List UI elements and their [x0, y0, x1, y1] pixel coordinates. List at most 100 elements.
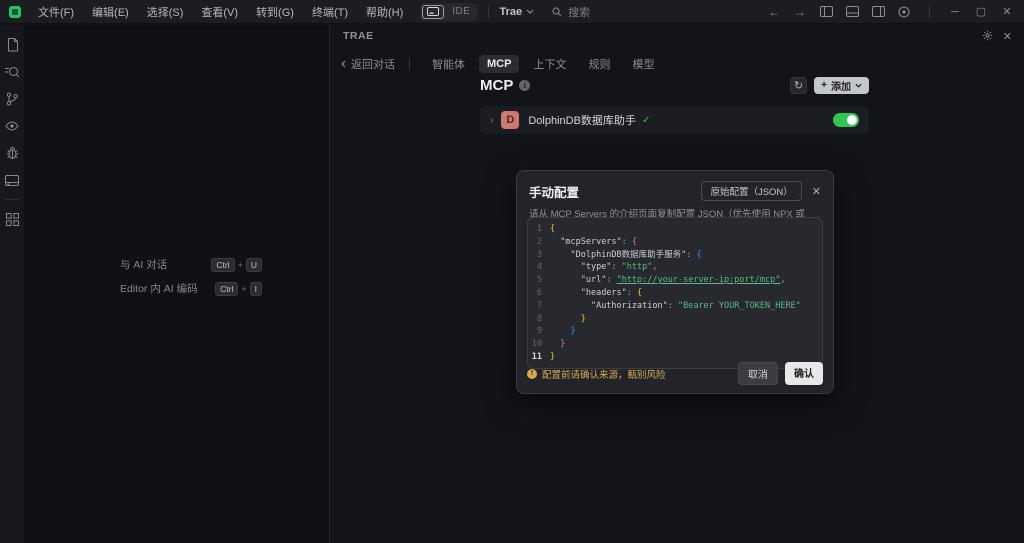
activity-bar-separator: [5, 199, 19, 200]
menu-go[interactable]: 转到(G): [249, 2, 301, 22]
trae-panel-header: TRAE ✕: [331, 25, 1024, 47]
panel-settings-gear-icon[interactable]: [982, 30, 993, 43]
confirm-button[interactable]: 确认: [785, 362, 823, 385]
tab-rules[interactable]: 规则: [580, 53, 618, 75]
warning-text: 配置前请确认来源，甄别风险: [542, 367, 666, 381]
code-line: 3 "DolphinDB数据库助手服务": {: [528, 249, 822, 262]
menu-edit[interactable]: 编辑(E): [85, 2, 136, 22]
mcp-section-header: MCP i ↻ + 添加: [480, 77, 869, 94]
key-ctrl: Ctrl: [215, 282, 238, 296]
window-maximize-button[interactable]: ▢: [970, 3, 992, 21]
window-close-button[interactable]: ✕: [996, 3, 1018, 21]
extensions-grid-icon[interactable]: [2, 209, 22, 229]
search-icon: [552, 7, 562, 17]
panel-close-icon[interactable]: ✕: [1003, 30, 1012, 43]
code-line: 9 }: [528, 325, 822, 338]
window-minimize-button[interactable]: ─: [944, 3, 966, 21]
info-icon[interactable]: i: [519, 80, 530, 91]
config-warning: ! 配置前请确认来源，甄别风险: [527, 367, 666, 381]
mcp-server-row[interactable]: › D DolphinDB数据库助手 ✓: [480, 106, 869, 134]
tab-agents[interactable]: 智能体: [424, 53, 473, 75]
add-mcp-button[interactable]: + 添加: [814, 77, 869, 94]
workspace-label: Trae: [499, 6, 522, 18]
cancel-button[interactable]: 取消: [738, 362, 778, 385]
refresh-button[interactable]: ↻: [790, 77, 807, 94]
add-label: 添加: [831, 78, 851, 93]
modal-header: 手动配置 原始配置（JSON） ✕: [517, 171, 833, 201]
menu-selection[interactable]: 选择(S): [140, 2, 191, 22]
server-avatar: D: [501, 111, 519, 129]
layout-sidebar-icon[interactable]: [815, 3, 837, 21]
files-icon[interactable]: [2, 35, 22, 55]
ide-mode-button[interactable]: IDE: [446, 6, 476, 17]
hint-inline-ai-coding: Editor 内 AI 编码 Ctrl + I: [120, 281, 262, 296]
json-config-editor[interactable]: 1{2 "mcpServers": {3 "DolphinDB数据库助手服务":…: [527, 217, 823, 369]
modal-title: 手动配置: [529, 182, 579, 201]
menu-view[interactable]: 查看(V): [194, 2, 245, 22]
server-name: DolphinDB数据库助手: [528, 112, 636, 128]
chevron-down-icon: [855, 83, 862, 88]
panel-nav: 返回对话 智能体 MCP 上下文 规则 模型: [331, 51, 1024, 77]
toggle-knob: [847, 115, 857, 125]
activity-bar: [0, 25, 24, 543]
layout-panel-icon[interactable]: [841, 3, 863, 21]
menu-terminal[interactable]: 终端(T): [305, 2, 355, 22]
workspace-dropdown[interactable]: Trae: [499, 6, 534, 18]
key-i: I: [250, 282, 262, 296]
preview-eye-icon[interactable]: [2, 116, 22, 136]
code-lines: 1{2 "mcpServers": {3 "DolphinDB数据库助手服务":…: [528, 223, 822, 364]
titlebar-divider: [929, 6, 930, 18]
check-icon: ✓: [642, 115, 650, 126]
tab-mcp[interactable]: MCP: [479, 55, 519, 73]
mode-toggle: IDE: [420, 3, 478, 21]
panel-title: TRAE: [343, 30, 374, 42]
chevron-down-icon: [526, 9, 534, 14]
modal-footer: ! 配置前请确认来源，甄别风险 取消 确认: [527, 362, 823, 385]
hint-label: 与 AI 对话: [120, 257, 167, 272]
back-label: 返回对话: [351, 56, 395, 72]
source-control-icon[interactable]: [2, 89, 22, 109]
app-window: 文件(F) 编辑(E) 选择(S) 查看(V) 转到(G) 终端(T) 帮助(H…: [0, 0, 1024, 543]
warning-icon: !: [527, 369, 537, 379]
chevron-left-icon: [341, 60, 346, 68]
mcp-section-title: MCP: [480, 77, 513, 94]
menu-help[interactable]: 帮助(H): [359, 2, 410, 22]
tab-models[interactable]: 模型: [624, 53, 662, 75]
manual-config-modal: 手动配置 原始配置（JSON） ✕ 请从 MCP Servers 的介绍页面复制…: [516, 170, 834, 394]
layout-customize-icon[interactable]: [893, 3, 915, 21]
titlebar-right: ← → ─ ▢ ✕: [763, 3, 1024, 21]
layout-secondary-sidebar-icon[interactable]: [867, 3, 889, 21]
raw-config-json-button[interactable]: 原始配置（JSON）: [701, 181, 801, 201]
menu-file[interactable]: 文件(F): [31, 2, 81, 22]
nav-divider: [409, 58, 410, 70]
shortcut-hints: 与 AI 对话 Ctrl + U Editor 内 AI 编码 Ctrl + I: [120, 257, 262, 296]
search-placeholder: 搜索: [568, 4, 590, 20]
trae-logo-icon: [9, 6, 21, 18]
code-line: 6 "headers": {: [528, 287, 822, 300]
key-ctrl: Ctrl: [211, 258, 234, 272]
plus-icon: +: [821, 80, 827, 91]
panel-tabs: 智能体 MCP 上下文 规则 模型: [424, 53, 662, 75]
code-line: 4 "type": "http",: [528, 261, 822, 274]
code-line: 7 "Authorization": "Bearer YOUR_TOKEN_HE…: [528, 300, 822, 313]
code-line: 5 "url": "http://your-server-ip:port/mcp…: [528, 274, 822, 287]
server-enabled-toggle[interactable]: [833, 113, 859, 127]
nav-back-icon[interactable]: ←: [763, 3, 785, 21]
key-u: U: [246, 258, 262, 272]
key-joiner: +: [241, 284, 246, 294]
chevron-right-icon[interactable]: ›: [490, 115, 493, 126]
nav-forward-icon[interactable]: →: [789, 3, 811, 21]
hint-label: Editor 内 AI 编码: [120, 281, 198, 296]
key-joiner: +: [238, 260, 243, 270]
titlebar-divider: [488, 6, 489, 18]
tab-context[interactable]: 上下文: [525, 53, 574, 75]
search-panel-icon[interactable]: [2, 62, 22, 82]
back-to-chat-button[interactable]: 返回对话: [341, 56, 395, 72]
global-search-input[interactable]: 搜索: [552, 4, 590, 20]
debug-bug-icon[interactable]: [2, 143, 22, 163]
remote-window-icon[interactable]: [2, 170, 22, 190]
chat-mode-icon[interactable]: [422, 5, 444, 19]
code-line: 2 "mcpServers": {: [528, 236, 822, 249]
modal-close-icon[interactable]: ✕: [812, 185, 821, 198]
mcp-section: MCP i ↻ + 添加 › D DolphinDB数据库助手 ✓: [480, 77, 869, 134]
